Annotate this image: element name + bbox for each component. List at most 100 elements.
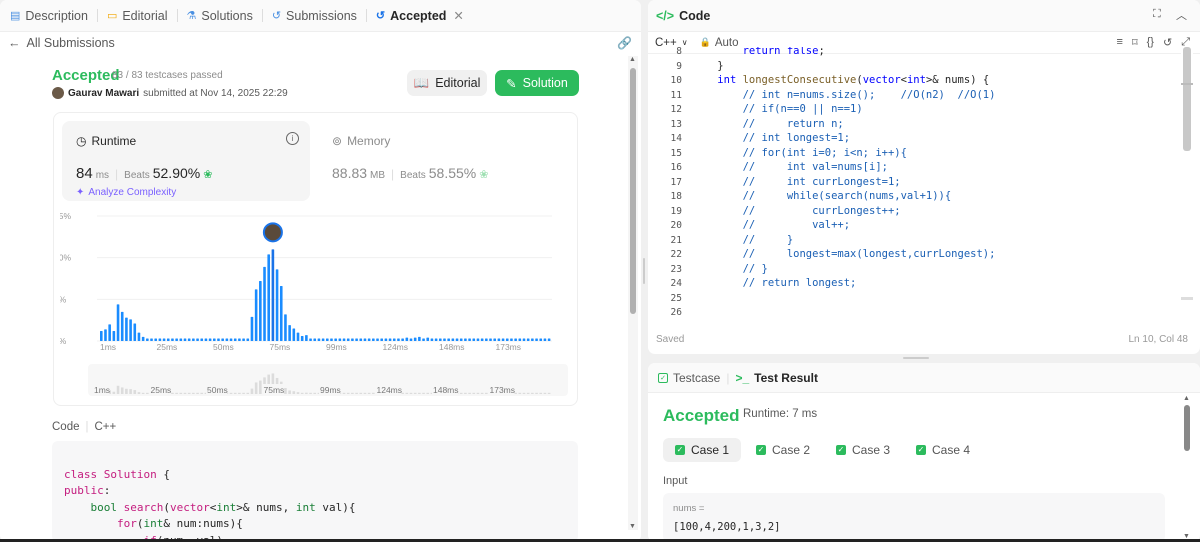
overview-bar: [539, 392, 543, 394]
code-editor[interactable]: 8 return false; 9 } 10 int longestConsecut…: [648, 47, 1180, 322]
editor-line[interactable]: 11 // int n=nums.size(); //O(n2) //O(1): [648, 88, 1180, 103]
analyze-complexity-link[interactable]: ✦ Analyze Complexity: [76, 187, 176, 198]
chart-bar: [279, 286, 283, 341]
editor-line[interactable]: 26: [648, 305, 1180, 320]
chart-bar: [510, 338, 513, 341]
chart-bar: [342, 338, 346, 341]
chart-bar: [472, 338, 476, 341]
chart-bar: [359, 338, 363, 341]
editor-line[interactable]: 9 }: [648, 59, 1180, 74]
editor-line[interactable]: 15 // for(int i=0; i<n; i++){: [648, 146, 1180, 161]
vertical-resize-handle[interactable]: [643, 258, 645, 284]
editor-line[interactable]: 19 // currLongest++;: [648, 204, 1180, 219]
left-tab-bar: ▤ Description ▭ Editorial ⚗ Solutions ↺ Subm…: [0, 0, 641, 32]
link-icon[interactable]: 🔗: [617, 36, 632, 50]
tab-divider: [176, 9, 178, 22]
chart-bar: [326, 338, 329, 341]
editor-line[interactable]: 22 // longest=max(longest,currLongest);: [648, 247, 1180, 262]
solution-button[interactable]: ✎ Solution: [495, 70, 579, 96]
editor-line[interactable]: 20 // val++;: [648, 218, 1180, 233]
test-scroll-thumb[interactable]: [1184, 405, 1190, 451]
runtime-beats-label: Beats: [124, 170, 150, 181]
editor-line[interactable]: 24 // return longest;: [648, 276, 1180, 291]
test-tab-bar: ✓ Testcase | >_ Test Result: [648, 363, 1200, 393]
panel-resize-handle[interactable]: [903, 357, 929, 359]
overview-bar: [342, 392, 346, 394]
editor-line-text: // return n;: [692, 117, 844, 130]
scroll-up-icon[interactable]: ▲: [629, 56, 636, 63]
case-3-tab[interactable]: ✓ Case 3: [824, 438, 902, 462]
editor-line[interactable]: 21 // }: [648, 233, 1180, 248]
runtime-header: ◷ Runtime: [76, 134, 137, 148]
left-scroll-thumb[interactable]: [630, 68, 636, 314]
overview-bar: [355, 392, 358, 394]
overview-bar: [250, 388, 254, 394]
code-line: bool search(vector<int>& nums, int val){: [90, 500, 356, 514]
tab-editorial[interactable]: ▭ Editorial: [103, 9, 172, 23]
editor-line[interactable]: 12 // if(n==0 || n==1): [648, 102, 1180, 117]
tab-testcase[interactable]: ✓ Testcase: [658, 371, 720, 385]
y-tick-label: 15%: [60, 211, 71, 221]
history-icon: ↺: [271, 10, 282, 22]
info-icon[interactable]: i: [286, 132, 299, 145]
chart-bar: [468, 338, 471, 341]
test-scrollbar[interactable]: ▲ ▼: [1182, 393, 1192, 542]
scroll-down-icon[interactable]: ▼: [629, 523, 636, 530]
editor-line[interactable]: 18 // while(search(nums,val+1)){: [648, 189, 1180, 204]
editor-line[interactable]: 27: [648, 320, 1180, 323]
chart-bar: [447, 338, 450, 341]
divider: |: [85, 421, 89, 433]
case-4-tab[interactable]: ✓ Case 4: [904, 438, 982, 462]
back-link[interactable]: ← All Submissions: [8, 36, 115, 50]
runtime-chart[interactable]: 15% 10% 5% 0% 1ms 25ms 50ms 75ms 99ms 124ms 148ms 1…: [60, 200, 580, 400]
user-name[interactable]: Gaurav Mawari: [68, 88, 139, 99]
editor-line[interactable]: 17 // int currLongest=1;: [648, 175, 1180, 190]
chart-bar: [539, 338, 543, 341]
editor-line[interactable]: 16 // int val=nums[i];: [648, 160, 1180, 175]
scroll-marker: [1181, 83, 1193, 85]
editor-line[interactable]: 25: [648, 291, 1180, 306]
clock-icon: ◷: [76, 134, 87, 148]
tab-divider: [96, 9, 98, 22]
editor-line[interactable]: 13 // return n;: [648, 117, 1180, 132]
chevron-up-icon[interactable]: ︿: [1176, 7, 1187, 23]
tab-submissions[interactable]: ↺ Submissions: [268, 9, 361, 23]
left-scrollbar[interactable]: ▲ ▼: [628, 56, 638, 530]
case-2-tab[interactable]: ✓ Case 2: [744, 438, 822, 462]
editor-line[interactable]: 14 // int longest=1;: [648, 131, 1180, 146]
editor-line-text: // int currLongest=1;: [692, 175, 901, 188]
overview-bar: [522, 392, 526, 394]
x-tick-label: 124ms: [383, 342, 409, 352]
editor-line-current[interactable]: 10 int longestConsecutive(vector<int>& n…: [648, 73, 1180, 88]
memory-value: 88.83: [332, 165, 368, 181]
overview-bar: [246, 392, 250, 394]
editor-scroll-thumb[interactable]: [1183, 47, 1191, 151]
editor-line[interactable]: 23 // }: [648, 262, 1180, 277]
edit-icon: ✎: [506, 76, 517, 91]
editorial-button[interactable]: 📖 Editorial: [407, 70, 487, 96]
close-icon[interactable]: ✕: [453, 8, 463, 23]
runtime-box[interactable]: ◷ Runtime i 84 ms | Beats 52.90% ❀ ✦ Analy…: [62, 121, 310, 201]
chart-bar: [129, 319, 132, 341]
input-var-name: nums =: [673, 503, 705, 514]
chart-bar: [334, 338, 337, 341]
avatar[interactable]: [52, 87, 64, 99]
tab-accepted[interactable]: ↺ Accepted ✕: [372, 8, 468, 24]
chart-bar: [141, 336, 145, 341]
test-result-panel: ✓ Testcase | >_ Test Result Accepted Runti…: [648, 363, 1200, 542]
editor-scrollbar[interactable]: [1181, 47, 1193, 322]
tab-test-result[interactable]: >_ Test Result: [735, 371, 817, 385]
case-1-tab[interactable]: ✓ Case 1: [663, 438, 742, 462]
chart-bar: [175, 338, 178, 341]
chart-bar: [221, 338, 224, 341]
input-value[interactable]: [100,4,200,1,3,2]: [673, 521, 780, 533]
maximize-icon[interactable]: ⛶: [1153, 8, 1161, 21]
scroll-up-icon[interactable]: ▲: [1183, 395, 1190, 402]
tab-solutions[interactable]: ⚗ Solutions: [183, 9, 257, 23]
memory-box[interactable]: ⊚ Memory 88.83 MB | Beats 58.55% ❀: [320, 121, 570, 201]
line-number: 24: [670, 278, 682, 289]
runtime-unit: ms: [95, 170, 110, 181]
tab-description[interactable]: ▤ Description: [6, 9, 92, 23]
chart-bar: [100, 331, 103, 341]
editor-line[interactable]: 8 return false;: [648, 47, 1180, 59]
